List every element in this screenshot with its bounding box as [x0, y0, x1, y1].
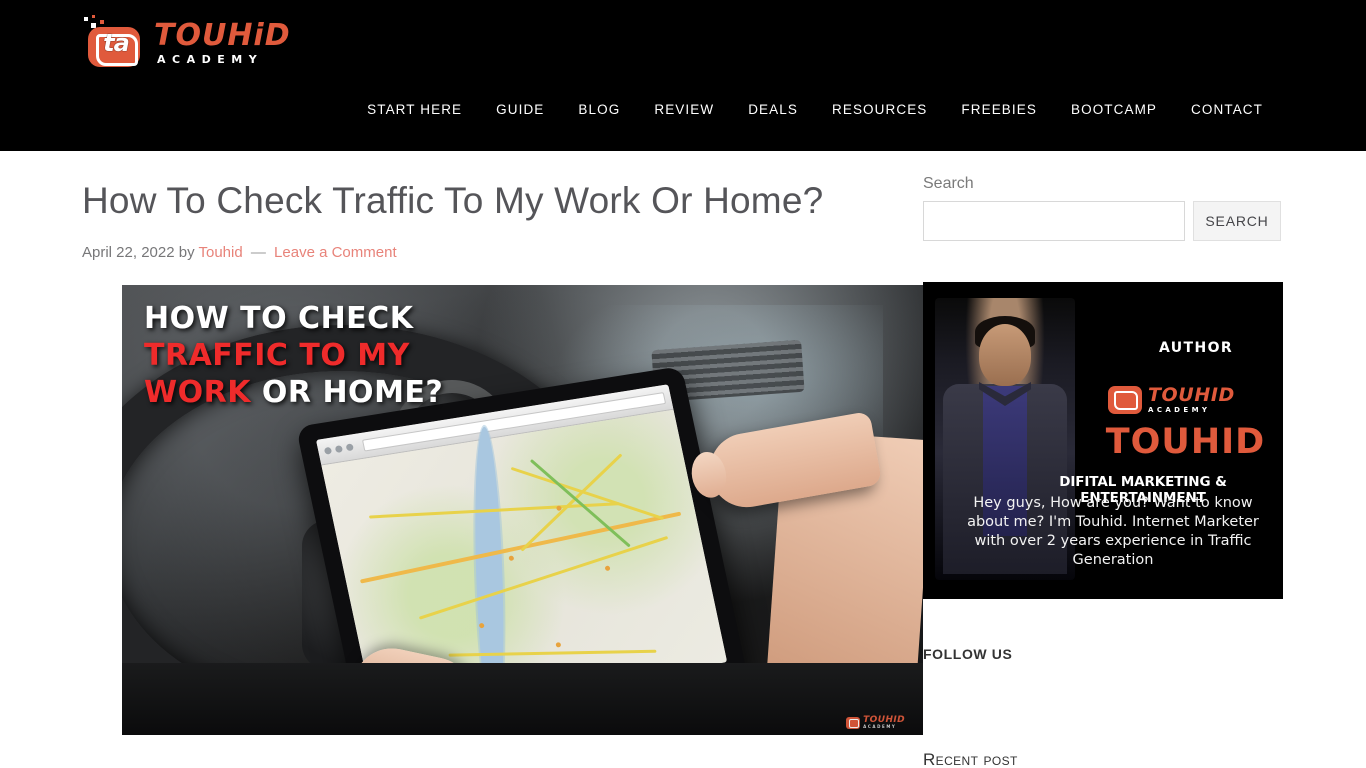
site-header: ta TOUHiD ACADEMY START HERE GUIDE BLOG … — [0, 0, 1366, 151]
image-watermark: TOUHID ACADEMY — [846, 716, 905, 729]
post-date: April 22, 2022 — [82, 244, 175, 262]
entry-meta: April 22, 2022 by Touhid — Leave a Comme… — [82, 242, 883, 263]
watermark-ta-logo-icon — [846, 716, 861, 729]
overlay-line-3-white: OR HOME? — [261, 375, 444, 411]
logo-text: TOUHiD ACADEMY — [154, 17, 291, 66]
sidebar: Search SEARCH AUTHOR TOUHID ACADEMY TOUH… — [923, 151, 1283, 768]
watermark-text: TOUHID ACADEMY — [863, 716, 905, 729]
search-widget: Search SEARCH — [923, 151, 1283, 241]
follow-us-widget: FOLLOW US — [923, 646, 1283, 662]
nav-item-blog[interactable]: BLOG — [561, 96, 637, 123]
recent-post-widget: Recent post — [923, 750, 1283, 768]
meta-separator: — — [250, 244, 266, 262]
ta-logo-icon: ta — [82, 15, 144, 67]
nav-item-start-here[interactable]: START HERE — [350, 96, 479, 123]
author-logo-subtitle: ACADEMY — [1148, 406, 1211, 414]
author-label: AUTHOR — [1158, 340, 1234, 356]
page-title: How To Check Traffic To My Work Or Home? — [82, 180, 824, 221]
logo-subtitle: ACADEMY — [157, 53, 264, 66]
photo-bottom-shadow — [122, 663, 923, 736]
image-overlay-title: HOW TO CHECK TRAFFIC TO MY WORK OR HOME? — [144, 301, 443, 412]
logo-wordmark: TOUHiD — [154, 18, 291, 53]
search-button[interactable]: SEARCH — [1193, 201, 1281, 241]
leave-a-comment-link[interactable]: Leave a Comment — [274, 244, 397, 261]
search-row: SEARCH — [923, 201, 1283, 241]
nav-item-review[interactable]: REVIEW — [637, 96, 731, 123]
follow-us-title: FOLLOW US — [923, 646, 1013, 662]
post-author-link[interactable]: Touhid — [199, 244, 243, 261]
author-name: TOUHID — [1105, 422, 1266, 462]
overlay-line-3: WORK OR HOME? — [144, 375, 443, 412]
by-text: by — [178, 244, 195, 262]
author-bio: Hey guys, How are you? Want to know abou… — [967, 495, 1259, 569]
nav-item-bootcamp[interactable]: BOOTCAMP — [1054, 96, 1174, 123]
overlay-line-3-red: WORK — [144, 375, 251, 411]
recent-post-title: Recent post — [923, 750, 1018, 768]
nav-item-deals[interactable]: DEALS — [731, 96, 815, 123]
main-navigation[interactable]: START HERE GUIDE BLOG REVIEW DEALS RESOU… — [350, 96, 1280, 123]
nav-item-contact[interactable]: CONTACT — [1174, 96, 1280, 123]
nav-item-resources[interactable]: RESOURCES — [815, 96, 944, 123]
nav-item-guide[interactable]: GUIDE — [479, 96, 561, 123]
site-logo[interactable]: ta TOUHiD ACADEMY — [82, 10, 291, 72]
search-label: Search — [923, 175, 974, 192]
watermark-subtitle: ACADEMY — [863, 724, 897, 730]
author-ta-logo-icon — [1108, 386, 1142, 414]
overlay-line-1: HOW TO CHECK — [144, 301, 414, 337]
author-widget[interactable]: AUTHOR TOUHID ACADEMY TOUHID DIFITAL MAR… — [923, 282, 1283, 599]
overlay-line-2: TRAFFIC TO MY — [144, 338, 410, 374]
author-brand-logo: TOUHID ACADEMY — [1108, 386, 1280, 414]
featured-image[interactable]: HOW TO CHECK TRAFFIC TO MY WORK OR HOME?… — [122, 285, 923, 736]
main-content: How To Check Traffic To My Work Or Home?… — [82, 151, 923, 751]
nav-item-freebies[interactable]: FREEBIES — [944, 96, 1054, 123]
search-input[interactable] — [923, 201, 1185, 241]
author-logo-word: TOUHID — [1148, 384, 1235, 406]
